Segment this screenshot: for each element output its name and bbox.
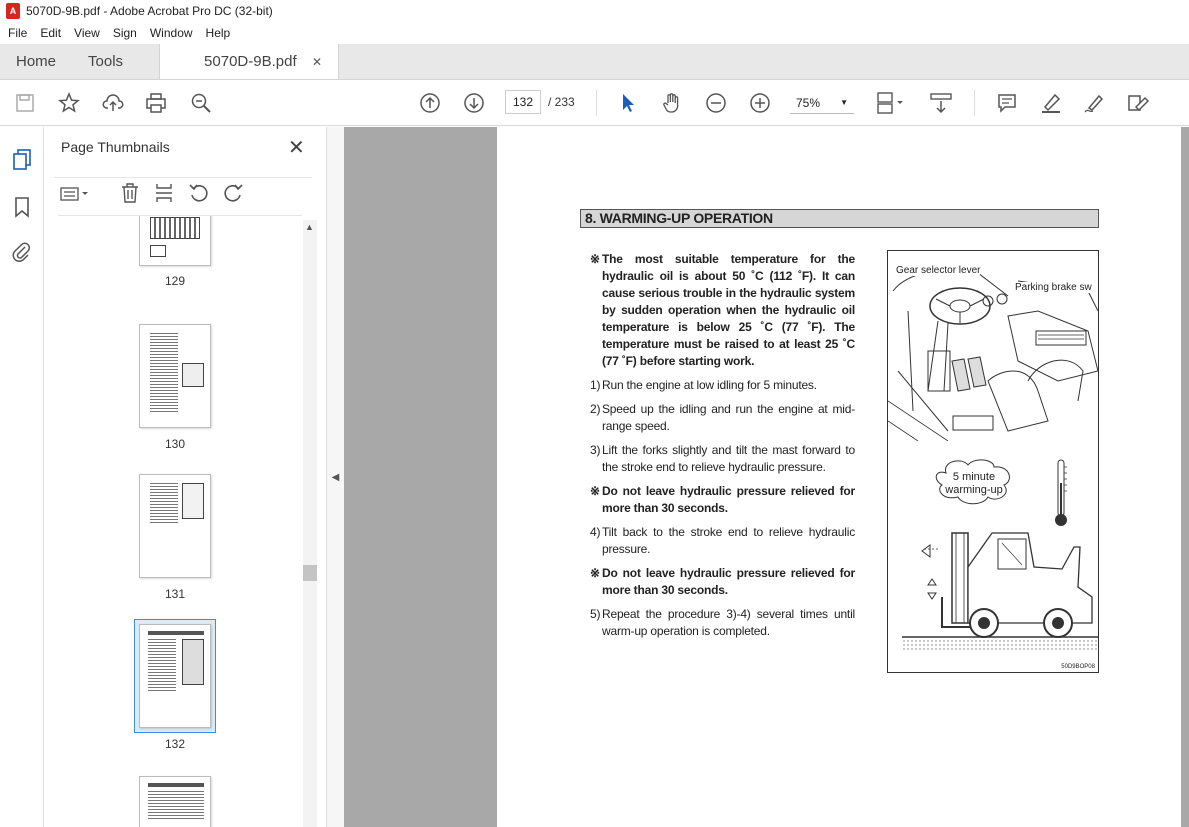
previous-page-icon[interactable] <box>418 91 442 115</box>
scrollbar-thumb[interactable] <box>303 565 317 581</box>
forklift-illustration <box>902 532 1098 652</box>
warmup-figure: Gear selector lever Parking brake sw 5 m… <box>887 250 1099 673</box>
page-thumbnails-icon[interactable] <box>10 147 34 171</box>
scroll-mode-icon[interactable] <box>929 91 953 115</box>
caution-paragraph: ※ Do not leave hydraulic pressure relieve… <box>590 566 855 597</box>
next-page-icon[interactable] <box>462 91 486 115</box>
stamp-edit-icon[interactable] <box>1126 91 1150 115</box>
close-panel-icon[interactable]: ✕ <box>288 135 305 160</box>
tab-home[interactable]: Home <box>0 44 72 79</box>
bubble-text-line2: warming-up <box>945 484 1003 496</box>
step-paragraph: 4) Tilt back to the stroke end to relieve… <box>590 525 855 556</box>
thumbnail-page[interactable] <box>139 324 211 428</box>
thumbnail-page-label: 130 <box>164 437 186 451</box>
rotate-counterclockwise-icon[interactable] <box>188 182 210 209</box>
comment-icon[interactable] <box>995 91 1019 115</box>
page-number-input[interactable]: 132 <box>505 90 541 114</box>
thumbnail-page-label: 131 <box>164 587 186 601</box>
title-bar: A 5070D-9B.pdf - Adobe Acrobat Pro DC (3… <box>0 0 1189 22</box>
thumbnail-toolbar <box>54 177 312 207</box>
menu-view[interactable]: View <box>74 26 100 40</box>
step-paragraph: 2) Speed up the idling and run the engine… <box>590 402 855 433</box>
insert-pages-icon[interactable] <box>154 182 174 209</box>
page-thumbnails-panel: Page Thumbnails ✕ 129 130 131 132 <box>44 127 326 827</box>
zoom-in-icon[interactable] <box>748 91 772 115</box>
left-navigation-rail <box>0 127 44 827</box>
zoom-out-icon[interactable] <box>704 91 728 115</box>
tab-tools[interactable]: Tools <box>72 44 139 79</box>
step-paragraph: 3) Lift the forks slightly and tilt the m… <box>590 443 855 474</box>
zoom-level-select[interactable]: 75% ▼ <box>790 92 854 114</box>
caution-paragraph: ※ Do not leave hydraulic pressure relieve… <box>590 484 855 515</box>
attachments-paperclip-icon[interactable] <box>10 240 34 264</box>
print-icon[interactable] <box>144 91 168 115</box>
step-paragraph: 5) Repeat the procedure 3)-4) several tim… <box>590 607 855 638</box>
instructions-text: ※ The most suitable temperature for the h… <box>590 251 855 647</box>
viewer-edge <box>1181 127 1189 827</box>
hand-tool-icon[interactable] <box>660 91 684 115</box>
close-tab-icon[interactable]: ✕ <box>312 55 322 69</box>
section-heading: 8. WARMING-UP OPERATION <box>580 209 1099 228</box>
toolbar: 132 / 233 75% ▼ <box>0 80 1189 126</box>
menu-window[interactable]: Window <box>150 26 193 40</box>
tab-bar: Home Tools 5070D-9B.pdf ✕ <box>0 44 1189 80</box>
thermometer-icon <box>1055 459 1067 526</box>
upload-cloud-icon[interactable] <box>101 91 125 115</box>
fit-page-icon[interactable] <box>874 91 908 115</box>
gear-selector-label: Gear selector lever <box>896 265 981 276</box>
thumbnail-page-label: 132 <box>164 737 186 751</box>
thumbnail-page-current[interactable] <box>139 624 211 728</box>
page-total: / 233 <box>548 95 575 109</box>
window-title: 5070D-9B.pdf - Adobe Acrobat Pro DC (32-… <box>26 4 273 18</box>
caution-paragraph: ※ The most suitable temperature for the h… <box>590 252 855 368</box>
toolbar-divider <box>974 90 975 116</box>
delete-pages-icon[interactable] <box>120 182 140 209</box>
thumbnail-options-icon[interactable] <box>60 183 92 205</box>
chevron-down-icon: ▼ <box>840 98 848 107</box>
zoom-level: 75% <box>796 95 821 110</box>
step-paragraph: 1) Run the engine at low idling for 5 min… <box>590 378 817 392</box>
thumbnail-page[interactable] <box>139 216 211 266</box>
menu-bar: File Edit View Sign Window Help <box>0 22 1189 44</box>
rotate-clockwise-icon[interactable] <box>222 182 244 209</box>
pdf-icon: A <box>6 3 20 19</box>
menu-edit[interactable]: Edit <box>40 26 61 40</box>
save-icon[interactable] <box>13 91 37 115</box>
menu-sign[interactable]: Sign <box>113 26 137 40</box>
bubble-text-line1: 5 minute <box>952 471 996 483</box>
bookmark-star-icon[interactable] <box>57 91 81 115</box>
menu-help[interactable]: Help <box>206 26 231 40</box>
select-cursor-icon[interactable] <box>616 91 640 115</box>
zoom-search-icon[interactable] <box>189 91 213 115</box>
thumbnail-scrollbar[interactable]: ▲ <box>303 220 317 827</box>
thumbnail-page[interactable] <box>139 474 211 578</box>
highlight-pen-icon[interactable] <box>1039 91 1063 115</box>
cab-interior-illustration <box>888 269 1098 441</box>
parking-brake-label: Parking brake sw <box>1015 282 1092 293</box>
thumbnail-page-label: 129 <box>164 274 186 288</box>
toolbar-divider <box>596 90 597 116</box>
thumbnail-page[interactable] <box>139 776 211 827</box>
collapse-panel-handle[interactable]: ◀ <box>326 127 344 827</box>
document-viewer[interactable]: 8. WARMING-UP OPERATION ※ The most suitab… <box>344 127 1189 827</box>
scroll-up-icon[interactable]: ▲ <box>305 222 314 232</box>
chevron-left-icon: ◀ <box>331 471 340 483</box>
thumbnail-list: 129 130 131 132 <box>58 215 302 827</box>
tab-document[interactable]: 5070D-9B.pdf ✕ <box>159 44 340 79</box>
tab-document-label: 5070D-9B.pdf <box>204 53 297 70</box>
panel-title: Page Thumbnails <box>61 139 170 155</box>
menu-file[interactable]: File <box>8 26 27 40</box>
figure-code: 50D9BOP08 <box>1061 664 1095 670</box>
draw-pen-icon[interactable] <box>1082 91 1106 115</box>
pdf-page: 8. WARMING-UP OPERATION ※ The most suitab… <box>497 127 1181 827</box>
bookmarks-icon[interactable] <box>10 195 34 219</box>
